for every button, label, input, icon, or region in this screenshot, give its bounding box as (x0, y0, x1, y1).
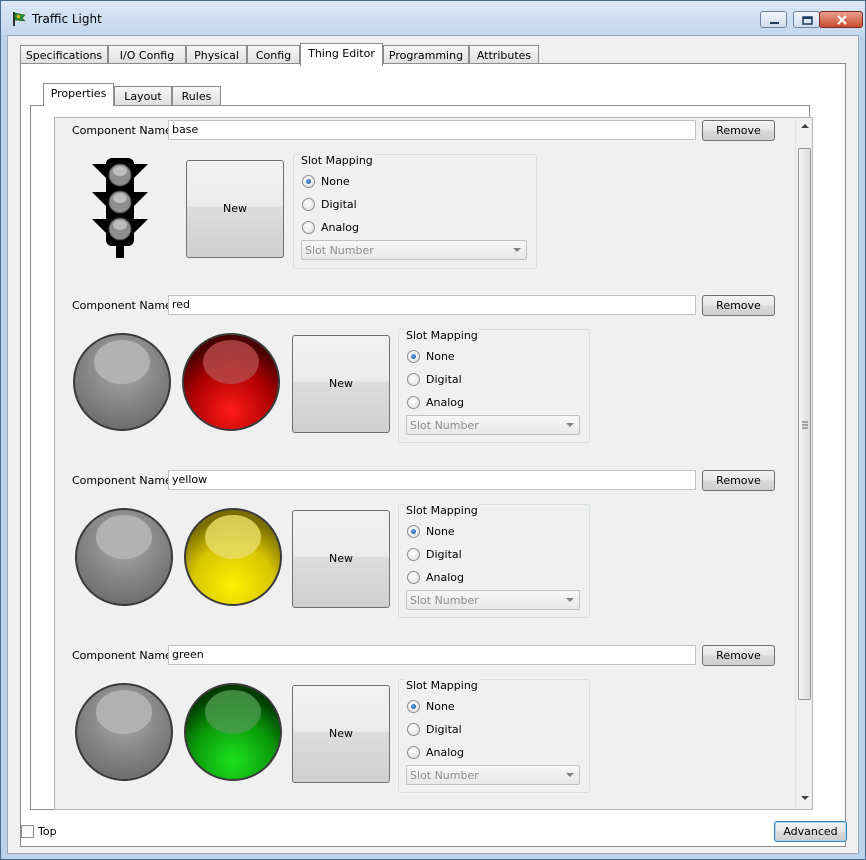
radio-button[interactable] (407, 548, 420, 561)
scroll-down-icon[interactable] (801, 796, 809, 800)
restore-icon (802, 16, 813, 25)
slot-mapping-title: Slot Mapping (405, 504, 479, 517)
new-button-yellow[interactable]: New (292, 510, 390, 608)
slot-mapping-group-base: Slot Mapping None Digital Analog Slot Nu… (293, 154, 537, 269)
app-window: Traffic Light Specifications I/O Config … (0, 0, 866, 860)
slot-number-combo-yellow[interactable]: Slot Number (406, 590, 580, 610)
close-icon (837, 15, 847, 25)
tab-specifications[interactable]: Specifications (20, 45, 108, 65)
radio-button[interactable] (302, 221, 315, 234)
radio-label: None (426, 350, 455, 363)
tab-programming[interactable]: Programming (383, 45, 469, 65)
radio-label: Digital (426, 548, 462, 561)
components-scroll-area[interactable]: Component Name: base Remove New Slot Map… (54, 117, 813, 810)
combo-text: Slot Number (410, 769, 479, 782)
radio-button[interactable] (407, 723, 420, 736)
radio-button[interactable] (407, 396, 420, 409)
top-checkbox-label: Top (38, 825, 57, 838)
window-title: Traffic Light (32, 12, 102, 26)
scroll-up-icon[interactable] (801, 124, 809, 128)
component-name-input-base[interactable]: base (168, 120, 696, 140)
component-name-label: Component Name: (72, 124, 176, 137)
subtab-layout[interactable]: Layout (114, 86, 172, 106)
slot-number-combo-red[interactable]: Slot Number (406, 415, 580, 435)
slot-number-combo-base[interactable]: Slot Number (301, 240, 527, 260)
tab-thing-editor[interactable]: Thing Editor (300, 43, 383, 66)
radio-button[interactable] (302, 198, 315, 211)
new-button-green[interactable]: New (292, 685, 390, 783)
app-icon (13, 12, 26, 26)
radio-button[interactable] (407, 525, 420, 538)
combo-text: Slot Number (305, 244, 374, 257)
light-off-icon (73, 333, 171, 431)
light-yellow-icon (184, 508, 282, 606)
vertical-scrollbar[interactable] (795, 118, 812, 809)
remove-button-green[interactable]: Remove (702, 645, 775, 666)
radio-button[interactable] (407, 373, 420, 386)
radio-label: Analog (426, 396, 465, 409)
slot-mapping-title: Slot Mapping (405, 679, 479, 692)
new-button-base[interactable]: New (186, 160, 284, 258)
chevron-down-icon (566, 423, 574, 427)
slot-mapping-title: Slot Mapping (300, 154, 374, 167)
remove-button-yellow[interactable]: Remove (702, 470, 775, 491)
component-name-label: Component Name: (72, 299, 176, 312)
combo-text: Slot Number (410, 594, 479, 607)
chevron-down-icon (566, 773, 574, 777)
radio-label: Analog (426, 571, 465, 584)
light-green-icon (184, 683, 282, 781)
radio-label: Digital (426, 373, 462, 386)
restore-button[interactable] (793, 11, 820, 28)
light-off-icon (75, 508, 173, 606)
light-off-icon (75, 683, 173, 781)
grip-icon (802, 421, 808, 429)
radio-button[interactable] (407, 350, 420, 363)
radio-label: Digital (426, 723, 462, 736)
window-client: Specifications I/O Config Physical Confi… (7, 35, 859, 854)
scroll-thumb[interactable] (798, 148, 811, 700)
top-checkbox[interactable] (21, 825, 34, 838)
close-button[interactable] (819, 11, 863, 28)
radio-label: None (426, 525, 455, 538)
remove-button-red[interactable]: Remove (702, 295, 775, 316)
component-name-input-red[interactable]: red (168, 295, 696, 315)
new-button-red[interactable]: New (292, 335, 390, 433)
subtab-rules[interactable]: Rules (172, 86, 221, 106)
minimize-icon (770, 22, 779, 24)
component-name-label: Component Name: (72, 474, 176, 487)
tab-io-config[interactable]: I/O Config (108, 45, 186, 65)
title-bar[interactable]: Traffic Light (1, 1, 865, 35)
traffic-light-icon (92, 158, 148, 258)
radio-button[interactable] (302, 175, 315, 188)
slot-mapping-group-red: Slot Mapping None Digital Analog Slot Nu… (398, 329, 590, 443)
light-red-icon (182, 333, 280, 431)
minimize-button[interactable] (760, 11, 787, 28)
combo-text: Slot Number (410, 419, 479, 432)
component-name-label: Component Name: (72, 649, 176, 662)
tab-attributes[interactable]: Attributes (469, 45, 539, 65)
radio-label: Analog (426, 746, 465, 759)
radio-label: None (321, 175, 350, 188)
tab-physical[interactable]: Physical (186, 45, 247, 65)
slot-number-combo-green[interactable]: Slot Number (406, 765, 580, 785)
chevron-down-icon (566, 598, 574, 602)
radio-button[interactable] (407, 571, 420, 584)
radio-label: None (426, 700, 455, 713)
radio-button[interactable] (407, 746, 420, 759)
radio-label: Digital (321, 198, 357, 211)
component-name-input-green[interactable]: green (168, 645, 696, 665)
radio-label: Analog (321, 221, 360, 234)
subtab-properties-active[interactable]: Properties (43, 83, 114, 106)
component-name-input-yellow[interactable]: yellow (168, 470, 696, 490)
slot-mapping-title: Slot Mapping (405, 329, 479, 342)
slot-mapping-group-green: Slot Mapping None Digital Analog Slot Nu… (398, 679, 590, 793)
remove-button-base[interactable]: Remove (702, 120, 775, 141)
slot-mapping-group-yellow: Slot Mapping None Digital Analog Slot Nu… (398, 504, 590, 618)
chevron-down-icon (513, 248, 521, 252)
advanced-button[interactable]: Advanced (774, 821, 847, 842)
radio-button[interactable] (407, 700, 420, 713)
tab-config[interactable]: Config (247, 45, 300, 65)
